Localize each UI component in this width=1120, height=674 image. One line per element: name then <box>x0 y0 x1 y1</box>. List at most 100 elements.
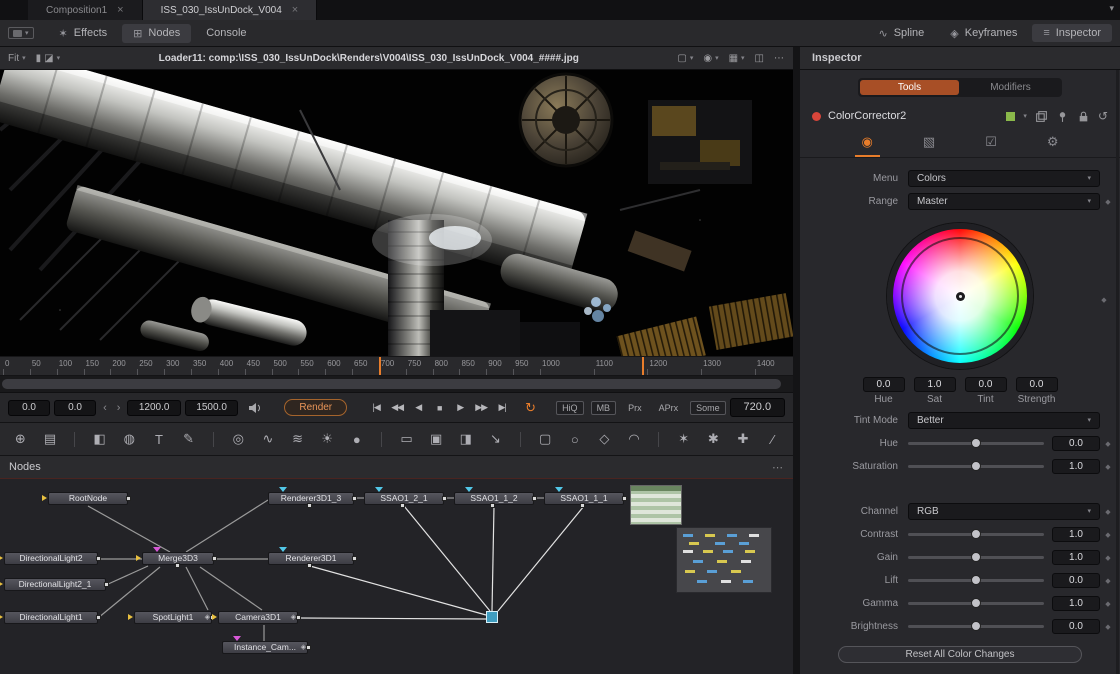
quality-button-hiq[interactable]: HiQ <box>556 401 584 415</box>
slider-value-box[interactable]: 1.0 <box>1052 550 1100 565</box>
node-rootnode[interactable]: RootNode <box>48 492 128 505</box>
color-wheel[interactable] <box>887 223 1033 369</box>
color-curves-icon[interactable]: ∿ <box>260 431 277 447</box>
color-corrector-icon[interactable]: ◎ <box>230 431 247 447</box>
polygon-mask-icon[interactable]: ◇ <box>596 431 613 447</box>
copy-icon[interactable] <box>1035 110 1048 123</box>
quality-button-aprx[interactable]: APrx <box>654 402 684 414</box>
pin-icon[interactable] <box>1056 110 1069 123</box>
particle-render-icon[interactable]: ✱ <box>705 431 722 447</box>
keyframes-button[interactable]: ◈ Keyframes <box>939 24 1028 43</box>
loader-icon[interactable]: ▤ <box>42 431 59 447</box>
wheel-value-box[interactable]: 0.0 <box>965 377 1007 392</box>
slider-handle[interactable] <box>971 461 981 471</box>
tint-mode-dropdown[interactable]: Better ▾ <box>908 412 1100 429</box>
settings-tab[interactable]: ⚙ <box>1040 132 1066 157</box>
wheel-value-box[interactable]: 1.0 <box>914 377 956 392</box>
crop-icon[interactable]: ↘ <box>487 431 504 447</box>
wheel-value-box[interactable]: 0.0 <box>1016 377 1058 392</box>
tab-iss-030-issundock-v004[interactable]: ISS_030_IssUnDock_V004 × <box>143 0 318 20</box>
text-icon[interactable]: T <box>151 432 168 447</box>
timeline-playhead[interactable] <box>379 357 381 375</box>
particle-emitter-icon[interactable]: ✶ <box>675 431 692 447</box>
slider-track[interactable] <box>908 625 1044 628</box>
keyframe-icon[interactable]: ◆ <box>1100 508 1116 516</box>
stop-button[interactable]: ■ <box>430 403 448 413</box>
node-renderer3d1-3[interactable]: Renderer3D1_3 <box>268 492 354 505</box>
viewer-panel[interactable] <box>0 70 793 356</box>
slider-value-box[interactable]: 1.0 <box>1052 459 1100 474</box>
quality-button-prx[interactable]: Prx <box>623 402 647 414</box>
color-wheel-indicator[interactable] <box>956 292 965 301</box>
tab-modifiers[interactable]: Modifiers <box>961 80 1060 95</box>
slider-track[interactable] <box>908 465 1044 468</box>
fit-dropdown[interactable]: Fit▾ <box>8 53 26 64</box>
slider-handle[interactable] <box>971 621 981 631</box>
reset-all-button[interactable]: Reset All Color Changes <box>838 646 1082 663</box>
goto-end-button[interactable]: ▶| <box>493 402 511 413</box>
slider-handle[interactable] <box>971 598 981 608</box>
slider-value-box[interactable]: 0.0 <box>1052 436 1100 451</box>
slider-track[interactable] <box>908 602 1044 605</box>
paint-icon[interactable]: ✎ <box>180 431 197 447</box>
slider-track[interactable] <box>908 442 1044 445</box>
glow-icon[interactable]: ≋ <box>289 431 306 447</box>
loop-button[interactable]: ↻ <box>525 400 536 416</box>
slider-handle[interactable] <box>971 529 981 539</box>
slider-value-box[interactable]: 0.0 <box>1052 573 1100 588</box>
lock-icon[interactable] <box>1077 110 1090 123</box>
effects-button[interactable]: ✶ Effects <box>48 24 119 43</box>
ellipse-mask-icon[interactable]: ○ <box>566 432 583 447</box>
audio-icon[interactable] <box>248 402 262 414</box>
tab-tools[interactable]: Tools <box>860 80 959 95</box>
panel-divider[interactable] <box>793 47 800 674</box>
keyframe-icon[interactable]: ◆ <box>1100 600 1116 608</box>
fps-field[interactable]: 720.0 <box>730 398 785 417</box>
slider-value-box[interactable]: 1.0 <box>1052 596 1100 611</box>
resize-icon[interactable]: ◨ <box>457 431 474 447</box>
lut-dropdown[interactable]: ◉ ▾ <box>703 53 718 64</box>
inspector-scrollbar[interactable] <box>1116 70 1119 674</box>
tab-composition1[interactable]: Composition1 × <box>28 0 143 20</box>
brightness-icon[interactable]: ☀ <box>319 431 336 447</box>
fast-forward-button[interactable]: ▶▶ <box>472 402 490 413</box>
play-button[interactable]: ▶ <box>451 402 469 413</box>
step-forward-button[interactable]: › <box>114 402 124 414</box>
node-directionallight2-1[interactable]: DirectionalLight2_1 <box>4 578 106 591</box>
node-camera3d1[interactable]: Camera3D1◈ <box>218 611 298 624</box>
rectangle-mask-icon[interactable]: ▢ <box>537 431 554 447</box>
node-ssao1-2-1[interactable]: SSAO1_2_1 <box>364 492 444 505</box>
fast-rewind-button[interactable]: ◀◀ <box>388 402 406 413</box>
console-button[interactable]: Console <box>195 24 257 42</box>
stroke-icon[interactable]: ∕ <box>764 432 781 447</box>
step-back-button[interactable]: ‹ <box>100 402 110 414</box>
viewer-options-menu[interactable]: ⋯ <box>774 53 785 64</box>
keyframe-icon[interactable]: ◆ <box>1100 198 1116 206</box>
node-status-dot[interactable] <box>812 112 821 121</box>
grid-dropdown[interactable]: ▦ ▾ <box>729 53 745 64</box>
tab-overflow-caret-icon[interactable]: ▾ <box>1109 3 1114 14</box>
bspline-mask-icon[interactable]: ◠ <box>626 431 643 447</box>
channel-dropdown[interactable]: RGB ▾ <box>908 503 1100 520</box>
timeline-playhead[interactable] <box>642 357 644 375</box>
merge-icon[interactable]: ◍ <box>121 431 138 447</box>
nodes-button[interactable]: ⊞ Nodes <box>122 24 191 43</box>
goto-start-button[interactable]: |◀ <box>367 402 385 413</box>
timeline-scrollbar[interactable] <box>0 376 793 393</box>
slider-value-box[interactable]: 1.0 <box>1052 527 1100 542</box>
keyframe-icon[interactable]: ◆ <box>1100 531 1116 539</box>
node-ssao1-1-2[interactable]: SSAO1_1_2 <box>454 492 534 505</box>
node-selected[interactable] <box>486 611 498 623</box>
keyframe-icon[interactable]: ◆ <box>1096 296 1112 304</box>
global-end-field[interactable]: 0.0 <box>54 400 96 416</box>
quality-button-mb[interactable]: MB <box>591 401 617 415</box>
keyframe-icon[interactable]: ◆ <box>1100 440 1116 448</box>
node-directionallight2[interactable]: DirectionalLight2 <box>4 552 98 565</box>
slider-handle[interactable] <box>971 575 981 585</box>
view-mode-dropdown[interactable]: ▮ ◪ ▾ <box>36 53 60 64</box>
node-merge3d3[interactable]: Merge3D3 <box>142 552 214 565</box>
tab-close-icon[interactable]: × <box>292 4 298 16</box>
roi-button[interactable]: ▢ ▾ <box>677 53 693 64</box>
ranges-tab[interactable]: ▧ <box>916 132 942 157</box>
tracker-icon[interactable]: ✚ <box>735 431 752 447</box>
